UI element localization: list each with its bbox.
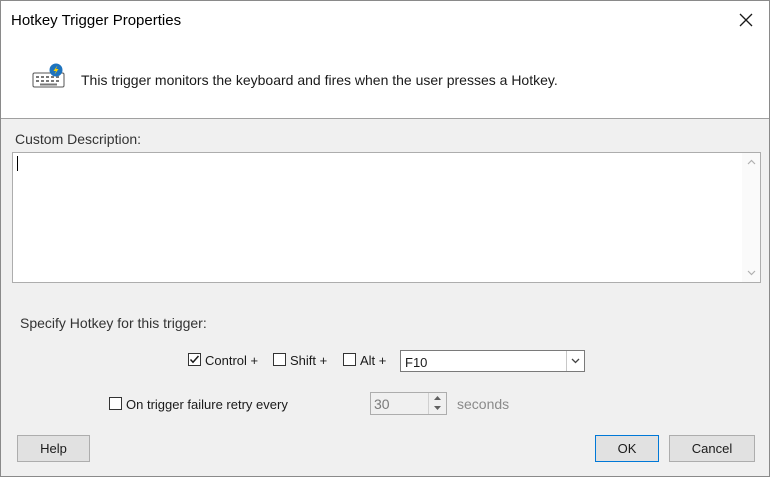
description-scrollbar[interactable] xyxy=(742,153,760,282)
cancel-button[interactable]: Cancel xyxy=(669,435,755,462)
triangle-up-icon xyxy=(434,396,441,400)
chevron-down-icon xyxy=(747,270,755,276)
keyboard-lightning-icon xyxy=(32,63,65,88)
retry-unit-label: seconds xyxy=(457,396,510,412)
retry-checkbox[interactable] xyxy=(109,397,122,410)
help-button[interactable]: Help xyxy=(17,435,90,462)
window-title: Hotkey Trigger Properties xyxy=(11,12,182,29)
triangle-down-icon xyxy=(434,406,441,410)
title-bar: Hotkey Trigger Properties xyxy=(1,1,769,39)
spinner-down-button[interactable] xyxy=(429,403,446,413)
shift-checkbox-label[interactable]: Shift + xyxy=(290,353,327,368)
alt-checkbox-label[interactable]: Alt + xyxy=(360,353,386,368)
spinner-up-button[interactable] xyxy=(429,393,446,403)
close-button[interactable] xyxy=(723,1,769,39)
hotkey-label: Specify Hotkey for this trigger: xyxy=(20,315,207,331)
spinner-buttons xyxy=(428,393,446,414)
header-description: This trigger monitors the keyboard and f… xyxy=(81,72,558,88)
control-checkbox[interactable] xyxy=(188,353,201,366)
hotkey-key-select[interactable]: F10 xyxy=(400,350,585,372)
retry-seconds-value: 30 xyxy=(374,396,390,412)
retry-checkbox-label[interactable]: On trigger failure retry every xyxy=(126,397,288,412)
scroll-down-button[interactable] xyxy=(742,264,760,282)
checkmark-icon xyxy=(189,355,200,364)
hotkey-trigger-dialog: Hotkey Trigger Properties This trigger m… xyxy=(0,0,770,477)
alt-checkbox[interactable] xyxy=(343,353,356,366)
scroll-up-button[interactable] xyxy=(742,153,760,171)
custom-description-textarea[interactable] xyxy=(12,152,761,283)
header-panel: This trigger monitors the keyboard and f… xyxy=(1,39,769,119)
retry-seconds-spinner[interactable]: 30 xyxy=(370,392,447,415)
ok-button[interactable]: OK xyxy=(595,435,659,462)
close-icon xyxy=(739,13,753,27)
dropdown-button[interactable] xyxy=(566,351,584,371)
text-caret xyxy=(17,156,18,171)
shift-checkbox[interactable] xyxy=(273,353,286,366)
chevron-down-icon xyxy=(571,358,580,364)
hotkey-key-value: F10 xyxy=(405,355,428,370)
chevron-up-icon xyxy=(747,159,755,165)
control-checkbox-label[interactable]: Control + xyxy=(205,353,258,368)
custom-description-label: Custom Description: xyxy=(15,131,142,147)
